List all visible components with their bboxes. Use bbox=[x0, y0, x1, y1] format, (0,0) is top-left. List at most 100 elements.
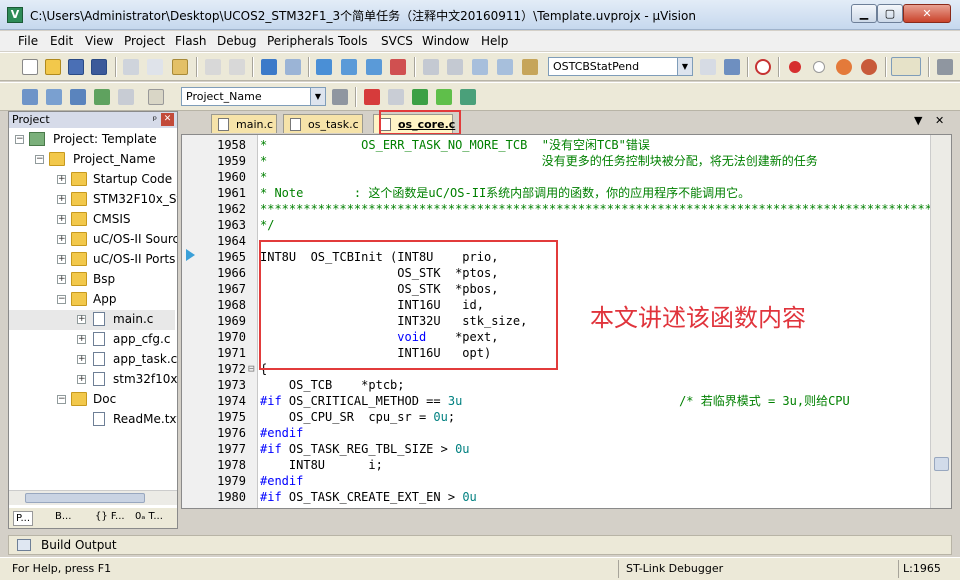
tree-file-main[interactable]: + main.c bbox=[9, 310, 175, 330]
tab-list-dropdown-icon[interactable]: ▼ bbox=[914, 114, 922, 127]
code-line[interactable]: * bbox=[260, 169, 267, 185]
next-bookmark-icon[interactable] bbox=[366, 59, 382, 75]
tab-os-task-c[interactable]: os_task.c bbox=[283, 114, 363, 133]
debug-settings-icon[interactable] bbox=[724, 59, 740, 75]
uncomment-icon[interactable] bbox=[497, 59, 513, 75]
bookmark-icon[interactable] bbox=[316, 59, 332, 75]
menu-view[interactable]: View bbox=[85, 34, 113, 48]
start-debug-icon[interactable] bbox=[755, 59, 771, 75]
tab-books[interactable]: B... bbox=[55, 511, 71, 522]
code-line[interactable]: * Note : 这个函数是uC/OS-II系统内部调用的函数，你的应用程序不能… bbox=[260, 185, 750, 201]
expand-icon[interactable]: + bbox=[77, 355, 86, 364]
collapse-icon[interactable]: − bbox=[57, 295, 66, 304]
code-line[interactable]: * 没有更多的任务控制块被分配，将无法创建新的任务 bbox=[260, 153, 818, 169]
close-icon[interactable]: ✕ bbox=[161, 113, 174, 126]
expand-icon[interactable]: + bbox=[57, 255, 66, 264]
code-line[interactable]: OS_CPU_SR cpu_sr = 0u; bbox=[260, 409, 455, 425]
menu-flash[interactable]: Flash bbox=[175, 34, 206, 48]
maximize-button[interactable]: ▢ bbox=[877, 4, 903, 23]
build-output-tab[interactable]: Build Output bbox=[8, 535, 952, 555]
expand-icon[interactable]: + bbox=[57, 175, 66, 184]
find-in-files-icon[interactable] bbox=[522, 59, 538, 75]
cut-icon[interactable] bbox=[123, 59, 139, 75]
load-icon[interactable] bbox=[148, 89, 164, 105]
navigate-forward-icon[interactable] bbox=[285, 59, 301, 75]
menu-debug[interactable]: Debug bbox=[217, 34, 256, 48]
find-icon[interactable] bbox=[700, 59, 716, 75]
manage-project-icon[interactable] bbox=[364, 89, 380, 105]
target-options-icon[interactable] bbox=[332, 89, 348, 105]
code-line[interactable]: INT8U i; bbox=[260, 457, 383, 473]
target-combo[interactable]: Project_Name ▼ bbox=[181, 87, 326, 106]
menu-file[interactable]: File bbox=[18, 34, 38, 48]
collapse-icon[interactable]: − bbox=[35, 155, 44, 164]
open-file-icon[interactable] bbox=[45, 59, 61, 75]
close-window-button[interactable]: ✕ bbox=[903, 4, 951, 23]
rebuild-icon[interactable] bbox=[70, 89, 86, 105]
menu-help[interactable]: Help bbox=[481, 34, 508, 48]
expand-icon[interactable]: + bbox=[57, 275, 66, 284]
pack-installer-icon[interactable] bbox=[460, 89, 476, 105]
tab-project[interactable]: P... bbox=[13, 511, 34, 526]
disable-breakpoint-icon[interactable] bbox=[813, 61, 825, 73]
save-all-icon[interactable] bbox=[91, 59, 107, 75]
code-line[interactable]: * OS_ERR_TASK_NO_MORE_TCB "没有空闲TCB"错误 bbox=[260, 137, 650, 153]
code-line[interactable]: #endif bbox=[260, 473, 303, 489]
find-combo[interactable]: OSTCBStatPend ▼ bbox=[548, 57, 693, 76]
comment-icon[interactable] bbox=[472, 59, 488, 75]
kill-breakpoints-icon[interactable] bbox=[836, 59, 852, 75]
chevron-down-icon[interactable]: ▼ bbox=[677, 58, 692, 75]
tab-functions[interactable]: {} F... bbox=[95, 511, 125, 522]
code-line[interactable]: #if OS_TASK_REG_TBL_SIZE > 0u bbox=[260, 441, 470, 457]
erase-breakpoints-icon[interactable] bbox=[861, 59, 877, 75]
menu-peripherals[interactable]: Peripherals bbox=[267, 34, 334, 48]
close-tab-icon[interactable]: ✕ bbox=[935, 114, 944, 127]
expand-icon[interactable]: + bbox=[57, 215, 66, 224]
pin-icon[interactable]: ᵖ bbox=[153, 113, 157, 128]
clear-bookmarks-icon[interactable] bbox=[390, 59, 406, 75]
scrollbar-thumb[interactable] bbox=[934, 457, 949, 471]
code-line[interactable]: OS_TCB *ptcb; bbox=[260, 377, 405, 393]
prev-bookmark-icon[interactable] bbox=[341, 59, 357, 75]
tab-templates[interactable]: 0ₐ T... bbox=[135, 511, 163, 522]
select-packs-icon[interactable] bbox=[412, 89, 428, 105]
expand-icon[interactable]: + bbox=[77, 315, 86, 324]
tab-main-c[interactable]: main.c bbox=[211, 114, 277, 133]
paste-icon[interactable] bbox=[172, 59, 188, 75]
collapse-icon[interactable]: − bbox=[57, 395, 66, 404]
code-line[interactable]: #if OS_TASK_CREATE_EXT_EN > 0u bbox=[260, 489, 477, 505]
expand-icon[interactable]: + bbox=[77, 335, 86, 344]
menu-project[interactable]: Project bbox=[124, 34, 165, 48]
build-icon[interactable] bbox=[46, 89, 62, 105]
new-file-icon[interactable] bbox=[22, 59, 38, 75]
file-extensions-icon[interactable] bbox=[388, 89, 404, 105]
menu-window[interactable]: Window bbox=[422, 34, 469, 48]
scrollbar-thumb[interactable] bbox=[25, 493, 145, 503]
code-line[interactable]: #if OS_CRITICAL_METHOD == 3u /* 若临界模式 = … bbox=[260, 393, 850, 409]
translate-icon[interactable] bbox=[22, 89, 38, 105]
editor-vertical-scrollbar[interactable] bbox=[930, 135, 951, 508]
minimize-button[interactable]: ▁ bbox=[851, 4, 877, 23]
menu-svcs[interactable]: SVCS bbox=[381, 34, 413, 48]
indent-icon[interactable] bbox=[423, 59, 439, 75]
unindent-icon[interactable] bbox=[447, 59, 463, 75]
run-time-env-icon[interactable] bbox=[436, 89, 452, 105]
navigate-back-icon[interactable] bbox=[261, 59, 277, 75]
expand-icon[interactable]: + bbox=[77, 375, 86, 384]
wrench-icon[interactable] bbox=[937, 59, 953, 75]
save-icon[interactable] bbox=[68, 59, 84, 75]
expand-icon[interactable]: + bbox=[57, 235, 66, 244]
redo-icon[interactable] bbox=[229, 59, 245, 75]
window-layout-icon[interactable] bbox=[891, 57, 921, 76]
collapse-icon[interactable]: − bbox=[15, 135, 24, 144]
batch-build-icon[interactable] bbox=[94, 89, 110, 105]
chevron-down-icon[interactable]: ▼ bbox=[310, 88, 325, 105]
code-line[interactable]: #endif bbox=[260, 425, 303, 441]
code-line[interactable]: */ bbox=[260, 217, 274, 233]
project-horizontal-scrollbar[interactable] bbox=[9, 490, 177, 505]
stop-build-icon[interactable] bbox=[118, 89, 134, 105]
undo-icon[interactable] bbox=[205, 59, 221, 75]
code-line[interactable]: ****************************************… bbox=[260, 201, 930, 217]
breakpoint-icon[interactable] bbox=[789, 61, 801, 73]
menu-edit[interactable]: Edit bbox=[50, 34, 73, 48]
